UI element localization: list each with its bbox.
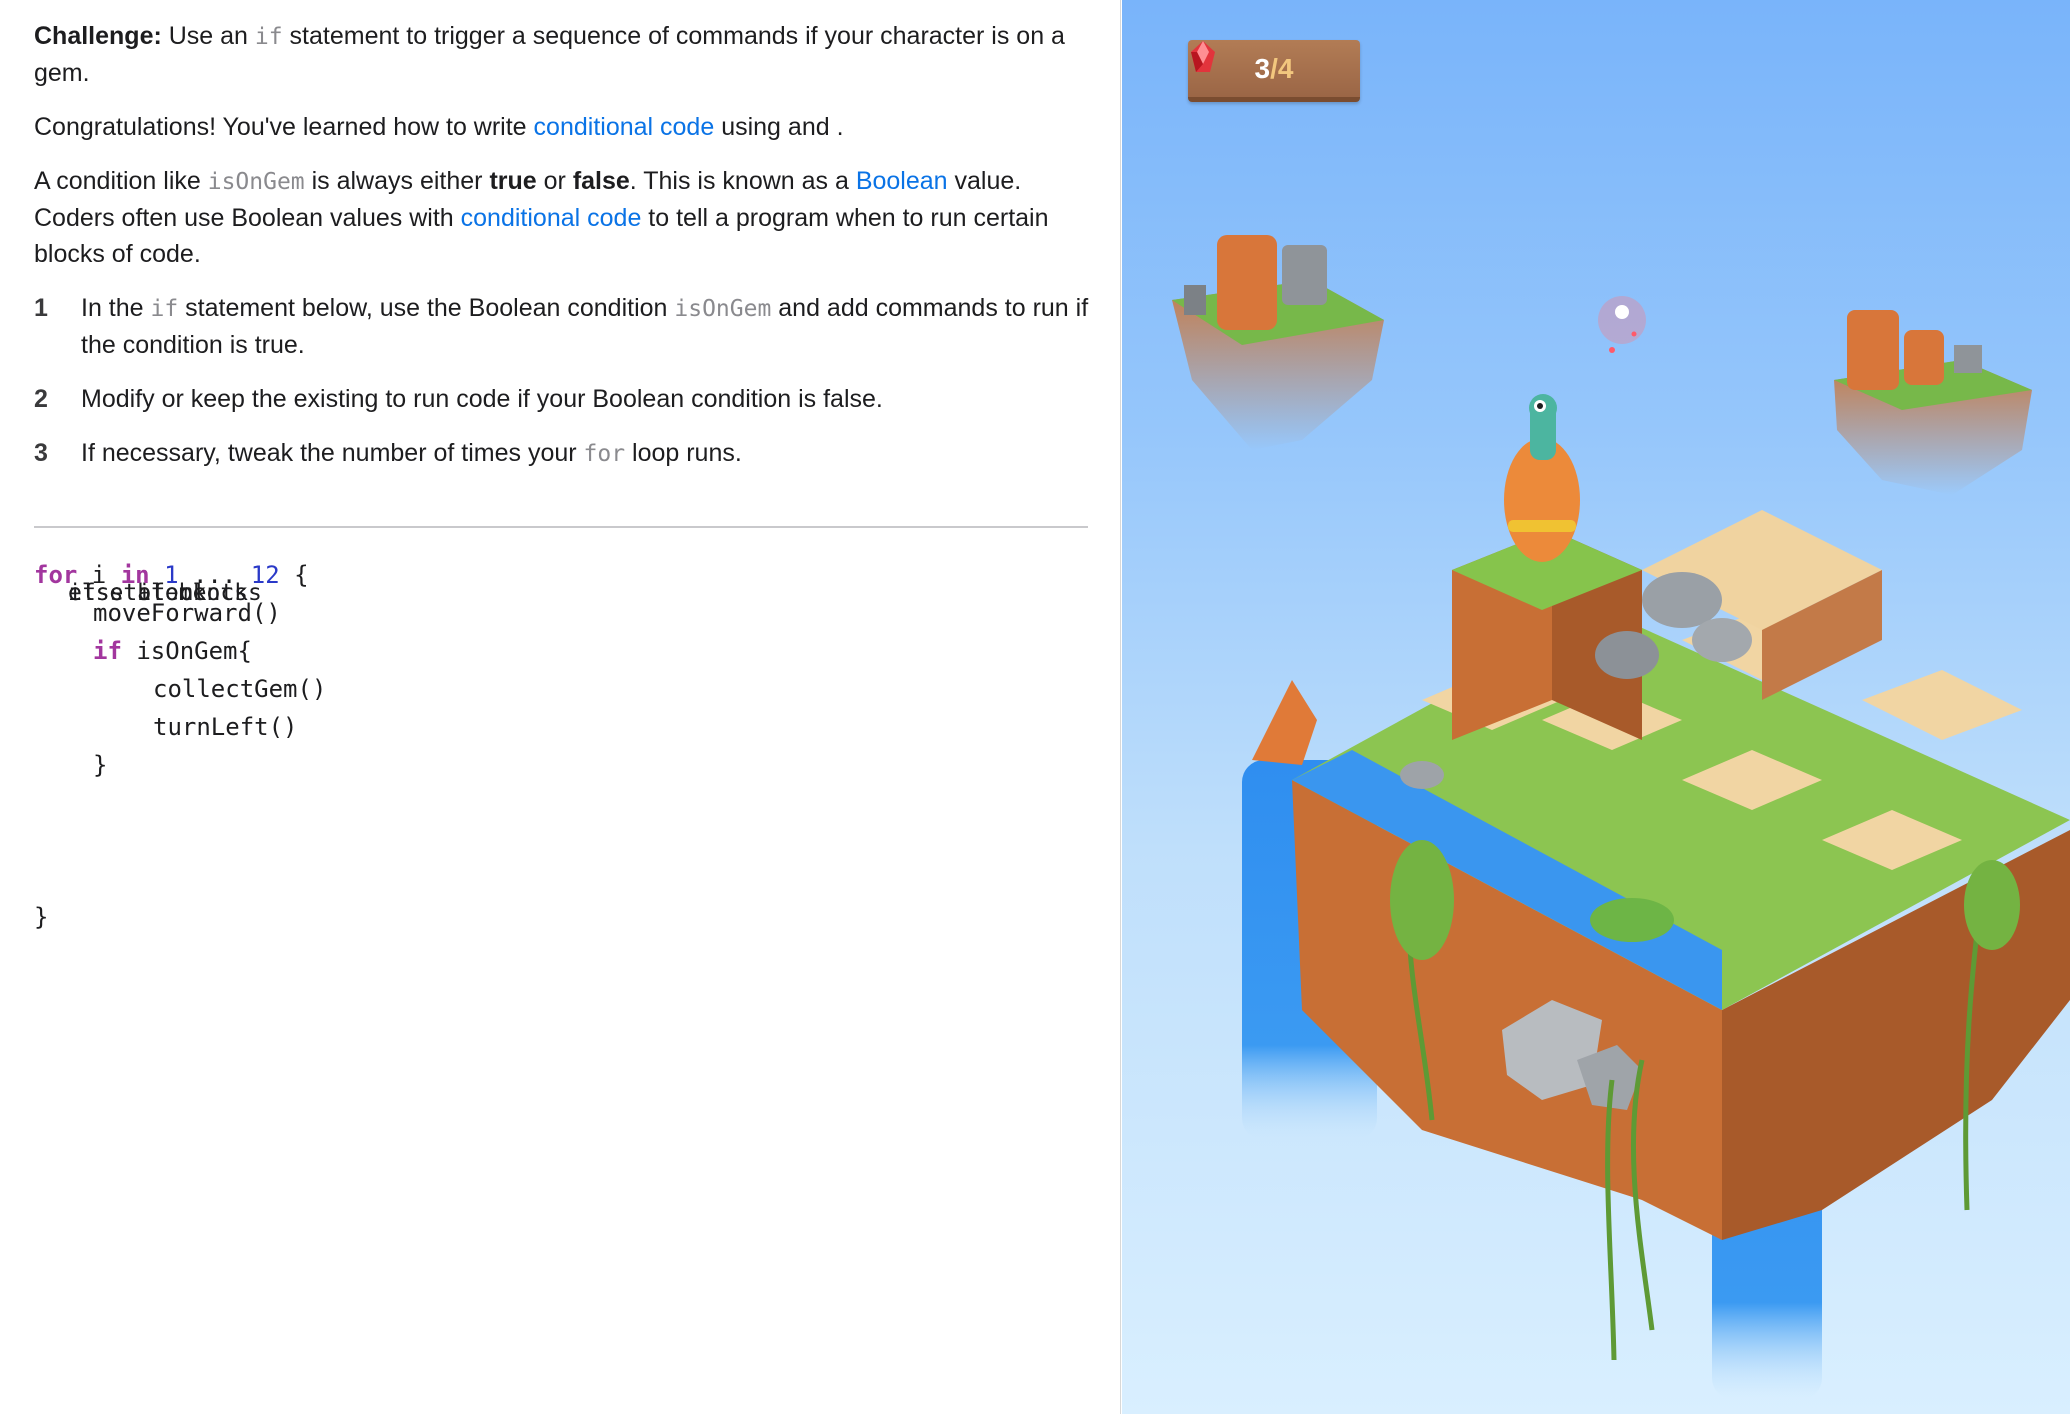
step-keyword: for (583, 441, 626, 467)
code-line[interactable]: if isOnGem{ (34, 632, 1088, 670)
code-line-empty[interactable] (34, 784, 1088, 822)
step-text-part: If necessary, tweak the number of times … (81, 439, 584, 467)
world-illustration (1172, 235, 2070, 1400)
step-text-part: Modify or keep the existing (81, 385, 386, 413)
gem-counter: 3/4 (1188, 40, 1360, 102)
congrats-text: Congratulations! You've learned how to w… (34, 113, 534, 141)
code-line-empty[interactable] (34, 822, 1088, 860)
step-keyword: if (150, 296, 179, 322)
loop-variable[interactable]: i (77, 561, 120, 589)
step-number: 3 (34, 439, 48, 467)
code-line[interactable]: } (34, 746, 1088, 784)
code-line-empty[interactable] (34, 860, 1088, 898)
condition-text-4: . This is known as a (629, 167, 856, 195)
condition-text-3: or (536, 167, 573, 195)
open-brace[interactable]: { (280, 561, 308, 589)
code-line[interactable]: for i in 1 ... 12 { (34, 556, 1088, 594)
character-byte (1504, 394, 1580, 562)
lily-pad (1590, 898, 1674, 942)
condition-paragraph: A condition like isOnGem is always eithe… (34, 163, 1094, 272)
challenge-label: Challenge: (34, 22, 162, 50)
gems-collected: 3 (1254, 52, 1271, 84)
gem-icon (1191, 41, 1215, 72)
close-brace[interactable]: } (34, 903, 48, 931)
step-text-part: to run code if your Boolean condition is… (385, 385, 883, 413)
step-text-part: statement below, use the Boolean conditi… (178, 294, 675, 322)
step-number: 1 (34, 294, 48, 322)
floating-island-right (1834, 310, 2032, 495)
code-line[interactable]: } (34, 898, 1088, 936)
challenge-keyword: if (254, 24, 283, 50)
range-end[interactable]: 12 (251, 561, 280, 589)
condition-text-2: is always either (304, 167, 490, 195)
congrats-period: . (836, 113, 844, 141)
gem-count: 3/4 (1255, 53, 1294, 85)
sparkle (1598, 296, 1646, 353)
step-text: In the if statement below, use the Boole… (81, 290, 1094, 363)
steps-list: 1 In the if statement below, use the Boo… (34, 290, 1094, 606)
false-word: false (572, 167, 630, 195)
command-turn-left[interactable]: turnLeft() (153, 713, 298, 741)
code-line[interactable]: turnLeft() (34, 708, 1088, 746)
condition-keyword: isOnGem (207, 169, 305, 195)
instructions-text: Challenge: Use an if statement to trigge… (34, 18, 1094, 606)
conditional-code-link-2[interactable]: conditional code (461, 204, 642, 232)
condition-text: A condition like (34, 167, 208, 195)
divider (34, 526, 1088, 528)
if-keyword[interactable]: if (93, 637, 122, 665)
if-condition[interactable]: isOnGem{ (122, 637, 252, 665)
conditional-code-link[interactable]: conditional code (534, 113, 715, 141)
puzzle-world-view[interactable]: 3/4 (1122, 0, 2070, 1414)
step-text: Modify or keep the existing else block t… (68, 381, 1094, 606)
gems-total: 4 (1277, 52, 1294, 84)
in-keyword[interactable]: in (121, 561, 150, 589)
floating-island-left (1172, 235, 1384, 450)
rock-spire (1252, 680, 1317, 765)
step-text-part: loop runs. (625, 439, 742, 467)
code-editor[interactable]: for i in 1 ... 12 { moveForward() if isO… (34, 556, 1088, 936)
close-brace[interactable]: } (93, 751, 107, 779)
congrats-paragraph: Congratulations! You've learned how to w… (34, 109, 1094, 606)
step-text: If necessary, tweak the number of times … (81, 435, 1094, 472)
step-item: 3 If necessary, tweak the number of time… (34, 435, 1094, 472)
congrats-text-2: using (714, 113, 788, 141)
true-word: true (489, 167, 537, 195)
code-line[interactable]: moveForward() (34, 594, 1088, 632)
instructions-pane: Challenge: Use an if statement to trigge… (0, 0, 1121, 1414)
step-item: 2 Modify or keep the existing else block… (34, 381, 1094, 606)
command-move-forward[interactable]: moveForward() (93, 599, 281, 627)
step-number: 2 (34, 385, 48, 413)
congrats-text-3: and (787, 113, 837, 141)
challenge-paragraph: Challenge: Use an if statement to trigge… (34, 18, 1094, 91)
range-operator[interactable]: ... (179, 561, 251, 589)
code-line[interactable]: collectGem() (34, 670, 1088, 708)
step-item: 1 In the if statement below, use the Boo… (34, 290, 1094, 363)
for-keyword[interactable]: for (34, 561, 77, 589)
challenge-text: Use an (161, 22, 255, 50)
step-keyword: isOnGem (674, 296, 772, 322)
command-collect-gem[interactable]: collectGem() (153, 675, 326, 703)
range-start[interactable]: 1 (164, 561, 178, 589)
gems-separator: / (1270, 52, 1278, 84)
boolean-link[interactable]: Boolean (856, 167, 948, 195)
step-text-part: In the (81, 294, 151, 322)
